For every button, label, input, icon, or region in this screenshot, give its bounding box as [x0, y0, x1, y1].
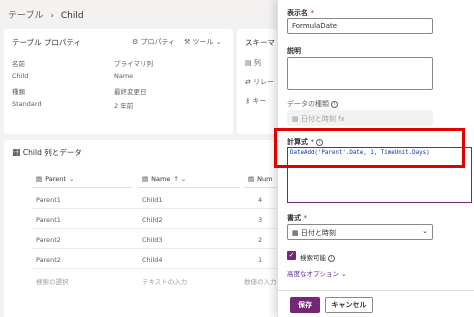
- breadcrumb-separator: ›: [50, 11, 54, 21]
- row-divider: [32, 248, 277, 249]
- row-divider: [32, 268, 277, 269]
- gear-icon: ⚙: [132, 38, 139, 46]
- searchable-checkbox[interactable]: ✓: [287, 251, 296, 260]
- table-cell[interactable]: Child1: [142, 196, 163, 204]
- cancel-button[interactable]: キャンセル: [325, 297, 373, 313]
- tools-button[interactable]: ⚒ ツール ⌄: [184, 37, 222, 47]
- schema-relationships-link[interactable]: ⇄ リレー: [245, 77, 274, 87]
- table-cell[interactable]: 3: [258, 216, 262, 224]
- schema-keys-link[interactable]: ⚷ キー: [245, 96, 266, 106]
- table-icon: ▦: [12, 148, 21, 158]
- format-select[interactable]: ▦ 日付と時刻 ⌄: [287, 224, 433, 240]
- advanced-options-toggle[interactable]: 高度なオプション ⌄: [287, 268, 347, 278]
- table-cell[interactable]: Child4: [142, 256, 163, 264]
- table-cell[interactable]: 2: [258, 236, 262, 244]
- column-header-name[interactable]: ▤ Name ↑ ⌄: [138, 171, 240, 188]
- column-edit-panel: 表示名 * FormulaDate 説明 データの種類 i ▦ 日付と時刻 fx…: [274, 0, 474, 317]
- datatype-label: データの種類 i: [287, 99, 339, 109]
- description-textarea[interactable]: [287, 57, 433, 90]
- breadcrumb-current: Child: [60, 11, 84, 21]
- breadcrumb: テーブル › Child: [8, 8, 84, 21]
- table-cell[interactable]: Child2: [142, 216, 163, 224]
- grid-title: ▦ Child 列とデータ: [12, 148, 82, 158]
- column-header-num[interactable]: ▤ Num: [244, 171, 277, 188]
- column-icon: ▤: [248, 175, 255, 183]
- prop-label: Child: [12, 72, 29, 80]
- chevron-down-icon: ⌄: [215, 38, 222, 46]
- new-row-input[interactable]: 検索の選択: [36, 276, 69, 286]
- save-button[interactable]: 保存: [290, 297, 320, 313]
- prop-label: 名前: [12, 60, 25, 68]
- column-header-parent[interactable]: ▤ Parent ⌄: [32, 171, 132, 188]
- chevron-down-icon: ⌄: [341, 270, 347, 278]
- prop-label: Standard: [12, 100, 42, 108]
- calendar-icon: ▦: [292, 229, 299, 237]
- table-cell[interactable]: Child3: [142, 236, 163, 244]
- format-label: 書式 *: [287, 214, 307, 222]
- column-icon: ▤: [36, 175, 43, 183]
- new-row-input[interactable]: 数値の入力: [244, 276, 277, 286]
- table-cell[interactable]: Parent2: [36, 236, 61, 244]
- chevron-down-icon: ⌄: [422, 227, 428, 235]
- key-icon: ⚷: [245, 97, 251, 105]
- prop-value: プライマリ列: [114, 60, 153, 68]
- card-title: テーブル プロパティ: [12, 38, 81, 47]
- row-divider: [32, 208, 277, 209]
- schema-card: スキーマ ▤ 列 ⇄ リレー ⚷ キー: [237, 29, 281, 134]
- column-icon: ▤: [142, 175, 149, 183]
- searchable-label: 検索可能 i: [300, 252, 336, 262]
- highlight-box: [274, 128, 465, 168]
- table-cell[interactable]: Parent1: [36, 196, 61, 204]
- columns-icon: ▤: [245, 59, 252, 67]
- wrench-icon: ⚒: [184, 38, 191, 46]
- datatype-select: ▦ 日付と時刻 fx: [287, 110, 433, 126]
- breadcrumb-parent[interactable]: テーブル: [8, 11, 43, 21]
- prop-label: 種類: [12, 88, 25, 96]
- schema-title: スキーマ: [245, 38, 275, 47]
- info-icon[interactable]: i: [328, 254, 336, 262]
- relationship-icon: ⇄: [245, 78, 251, 86]
- display-name-input[interactable]: FormulaDate: [287, 18, 433, 34]
- prop-value: Name: [114, 72, 134, 80]
- info-icon[interactable]: i: [331, 100, 339, 108]
- table-cell[interactable]: Parent2: [36, 256, 61, 264]
- calendar-icon: ▦: [292, 115, 299, 123]
- table-properties-card: テーブル プロパティ ⚙ プロパティ ⚒ ツール ⌄ 名前 プライマリ列 Chi…: [4, 29, 233, 134]
- panel-footer-divider: [278, 290, 474, 291]
- prop-value: 2 年前: [114, 102, 134, 110]
- schema-columns-link[interactable]: ▤ 列: [245, 58, 261, 68]
- display-name-label: 表示名 *: [287, 9, 314, 17]
- description-label: 説明: [287, 47, 301, 55]
- prop-value: 最終変更日: [114, 88, 147, 96]
- table-cell[interactable]: 1: [258, 256, 262, 264]
- table-cell[interactable]: 4: [258, 196, 262, 204]
- table-cell[interactable]: Parent1: [36, 216, 61, 224]
- properties-button[interactable]: ⚙ プロパティ: [132, 37, 175, 47]
- row-divider: [32, 228, 277, 229]
- new-row-input[interactable]: テキストの入力: [142, 276, 187, 286]
